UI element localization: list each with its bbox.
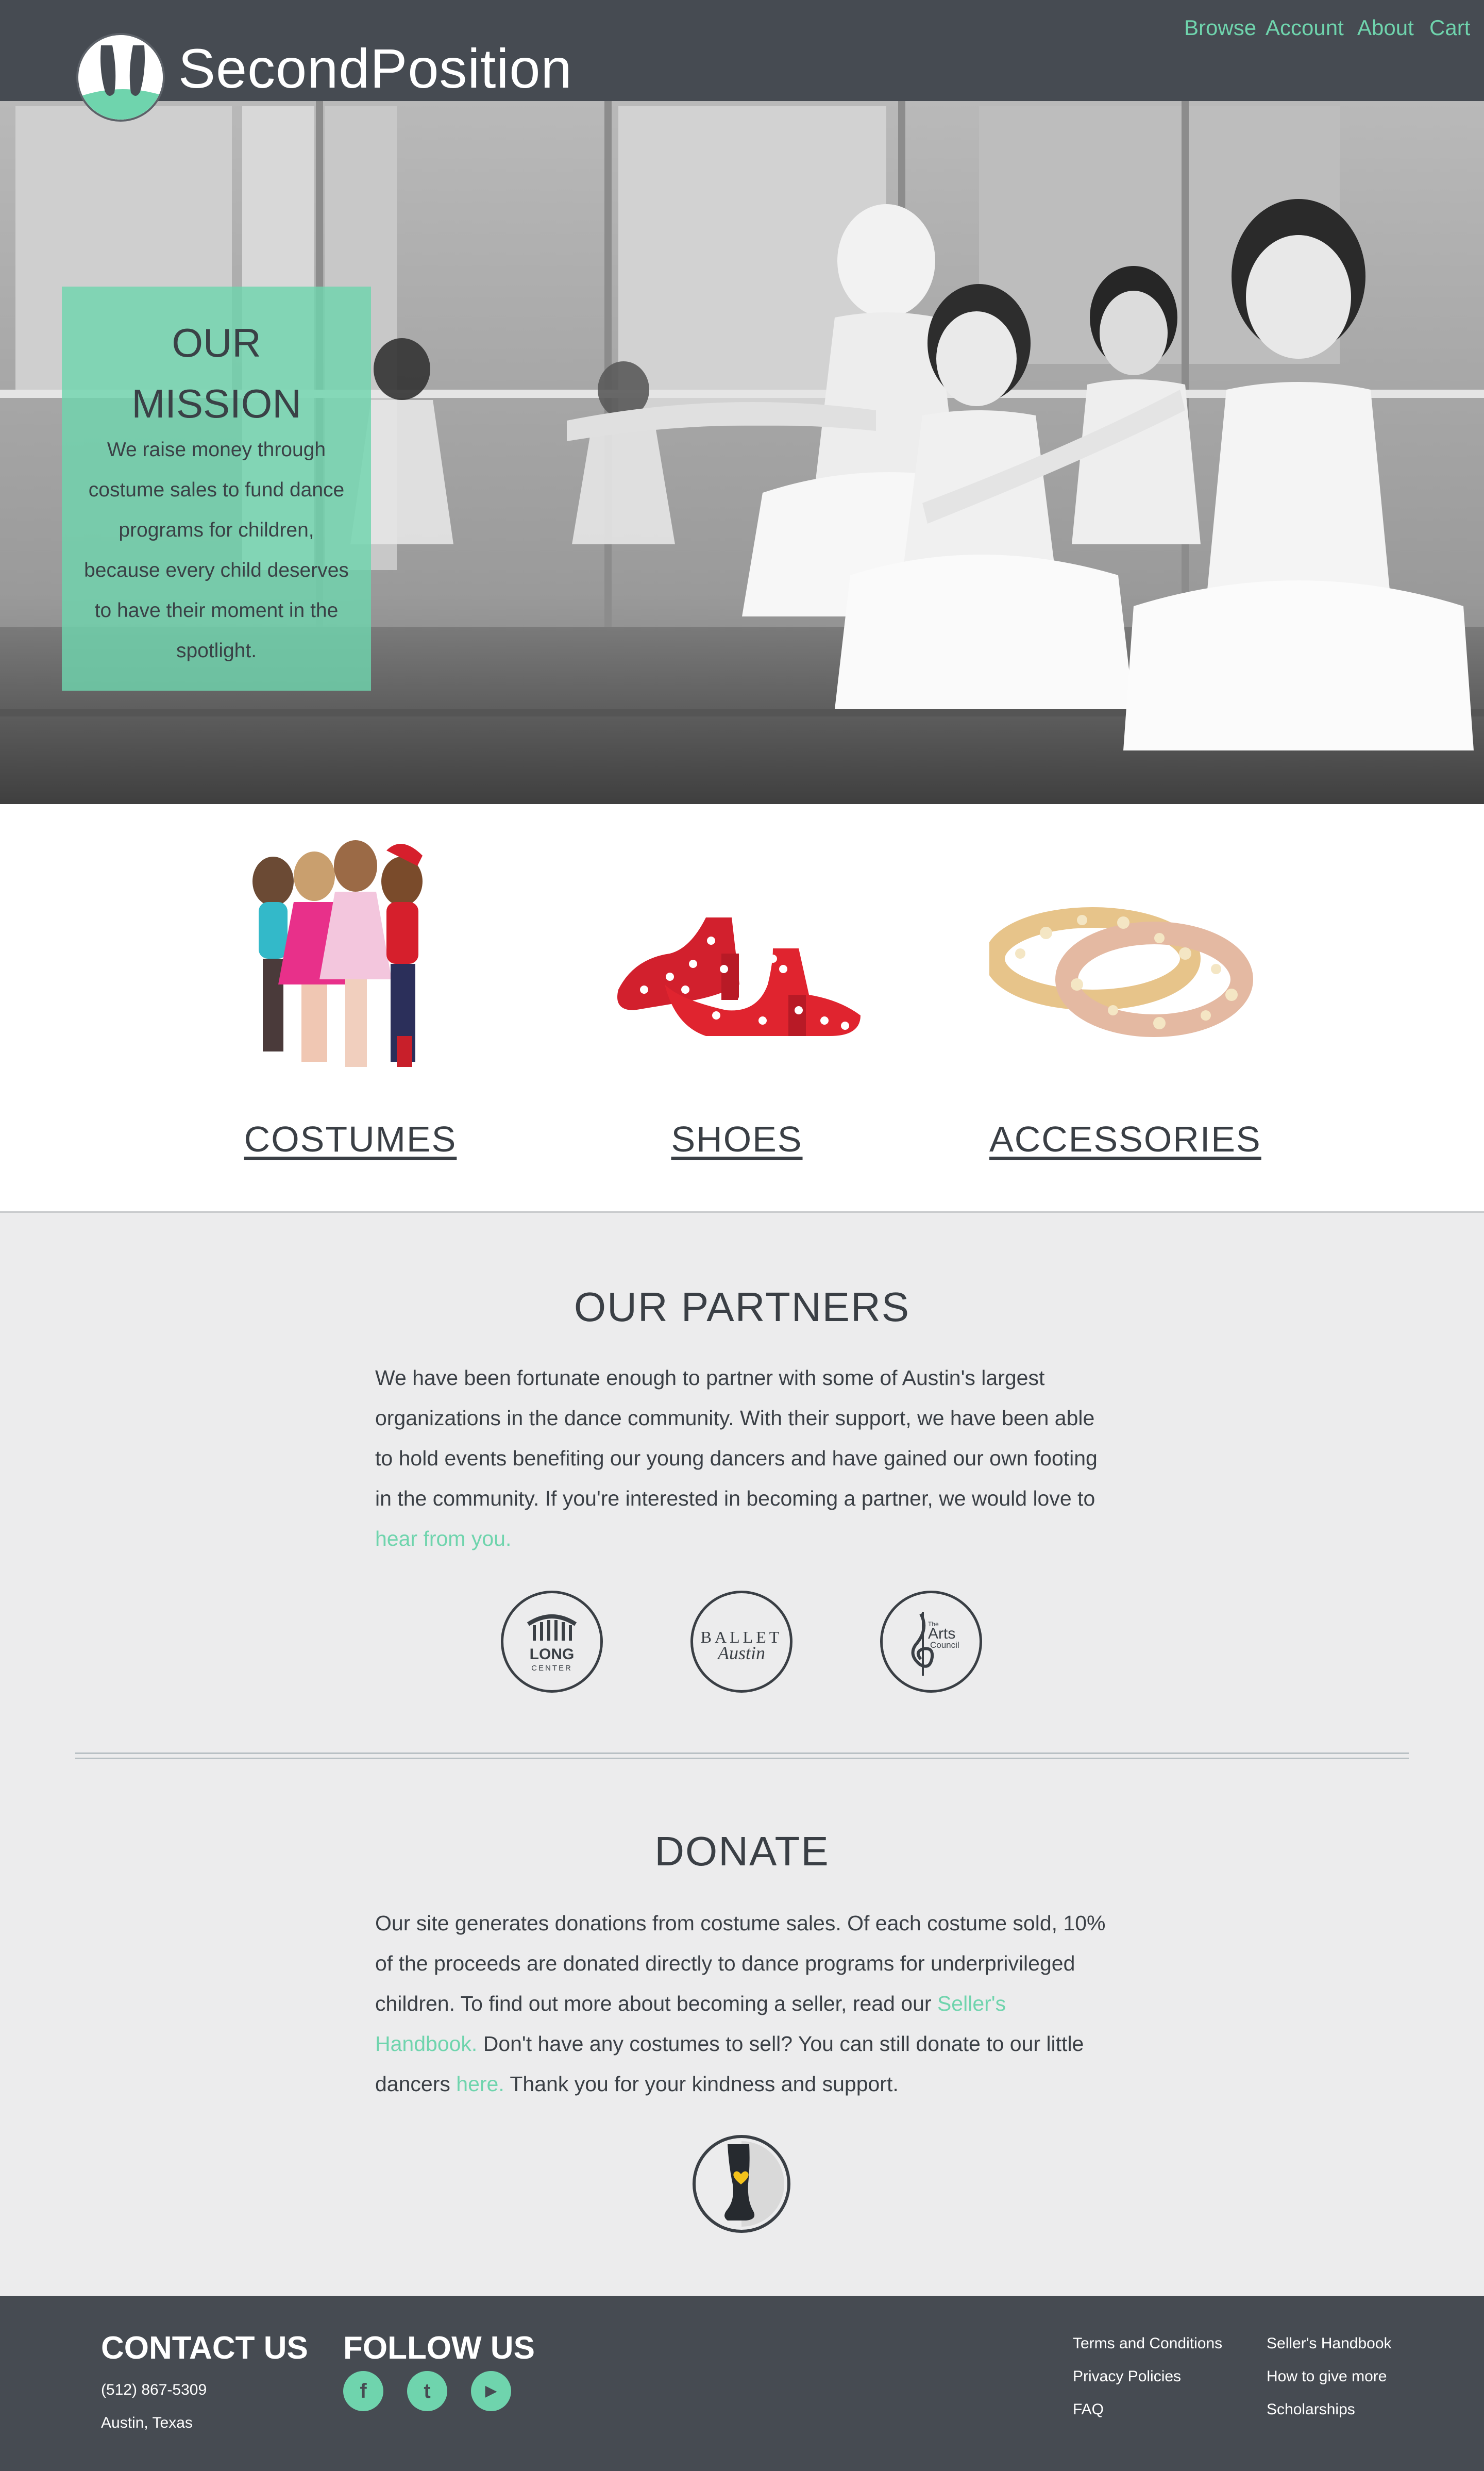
donate-paragraph-part3: Thank you for your kindness and support. [504, 2072, 899, 2096]
arts-council-logo-line2: Council [930, 1640, 959, 1650]
privacy-link[interactable]: Privacy Policies [1073, 2368, 1181, 2385]
logo-wordmark[interactable]: SecondPosition [178, 36, 572, 101]
mission-panel: OUR MISSION We raise money through costu… [62, 287, 371, 691]
partners-text: We have been fortunate enough to partner… [375, 1358, 1112, 1559]
logo-icon[interactable] [76, 33, 165, 122]
costumes-image[interactable] [216, 830, 484, 1118]
long-center-logo-line2: CENTER [531, 1664, 572, 1673]
category-section: COSTUMES SHOES ACCESSORIES [0, 804, 1484, 1213]
hear-from-you-link[interactable]: hear from you. [375, 1527, 511, 1550]
category-costumes-link[interactable]: COSTUMES [216, 1118, 484, 1160]
partners-paragraph: We have been fortunate enough to partner… [375, 1366, 1098, 1510]
category-accessories-link[interactable]: ACCESSORIES [989, 1118, 1260, 1160]
scholarships-link[interactable]: Scholarships [1267, 2401, 1355, 2418]
category-shoes-link[interactable]: SHOES [603, 1118, 871, 1160]
contact-phone: (512) 867-5309 [101, 2381, 207, 2398]
partners-title: OUR PARTNERS [574, 1284, 910, 1330]
mission-title-line1: OUR [172, 320, 261, 365]
faq-link[interactable]: FAQ [1073, 2401, 1104, 2418]
facebook-icon[interactable]: f [343, 2371, 383, 2411]
youtube-icon[interactable]: ▶ [471, 2371, 511, 2411]
twitter-icon[interactable]: t [407, 2371, 447, 2411]
donate-heart-foot-icon[interactable] [692, 2134, 791, 2234]
section-divider [75, 1758, 1409, 1759]
donate-text: Our site generates donations from costum… [375, 1903, 1112, 2104]
mission-title-line2: MISSION [131, 381, 301, 426]
nav-cart[interactable]: Cart [1429, 15, 1470, 40]
nav-browse[interactable]: Browse [1184, 15, 1256, 40]
section-divider [75, 1752, 1409, 1754]
mission-text: We raise money through costume sales to … [84, 439, 349, 662]
site-footer: CONTACT US (512) 867-5309 Austin, Texas … [0, 2296, 1484, 2471]
footer-sellers-handbook-link[interactable]: Seller's Handbook [1267, 2335, 1392, 2352]
shoes-image[interactable] [603, 830, 871, 1118]
donate-here-link[interactable]: here. [456, 2072, 504, 2096]
nav-account[interactable]: Account [1266, 15, 1344, 40]
long-center-logo-line1: LONG [530, 1646, 575, 1663]
arts-council-logo[interactable]: The Arts Council [880, 1591, 982, 1693]
long-center-logo[interactable]: LONG CENTER [501, 1591, 603, 1693]
how-to-give-more-link[interactable]: How to give more [1267, 2368, 1387, 2385]
terms-link[interactable]: Terms and Conditions [1073, 2335, 1222, 2352]
accessories-image[interactable] [984, 830, 1257, 1118]
mission-title: OUR MISSION [62, 312, 371, 434]
nav-about[interactable]: About [1357, 15, 1414, 40]
donate-title: DONATE [654, 1828, 830, 1874]
ballet-austin-logo-line2: Austin [717, 1643, 765, 1663]
contact-heading: CONTACT US [101, 2330, 308, 2366]
contact-location: Austin, Texas [101, 2414, 193, 2431]
ballet-austin-logo[interactable]: BALLET Austin [690, 1591, 792, 1693]
follow-heading: FOLLOW US [343, 2330, 535, 2366]
